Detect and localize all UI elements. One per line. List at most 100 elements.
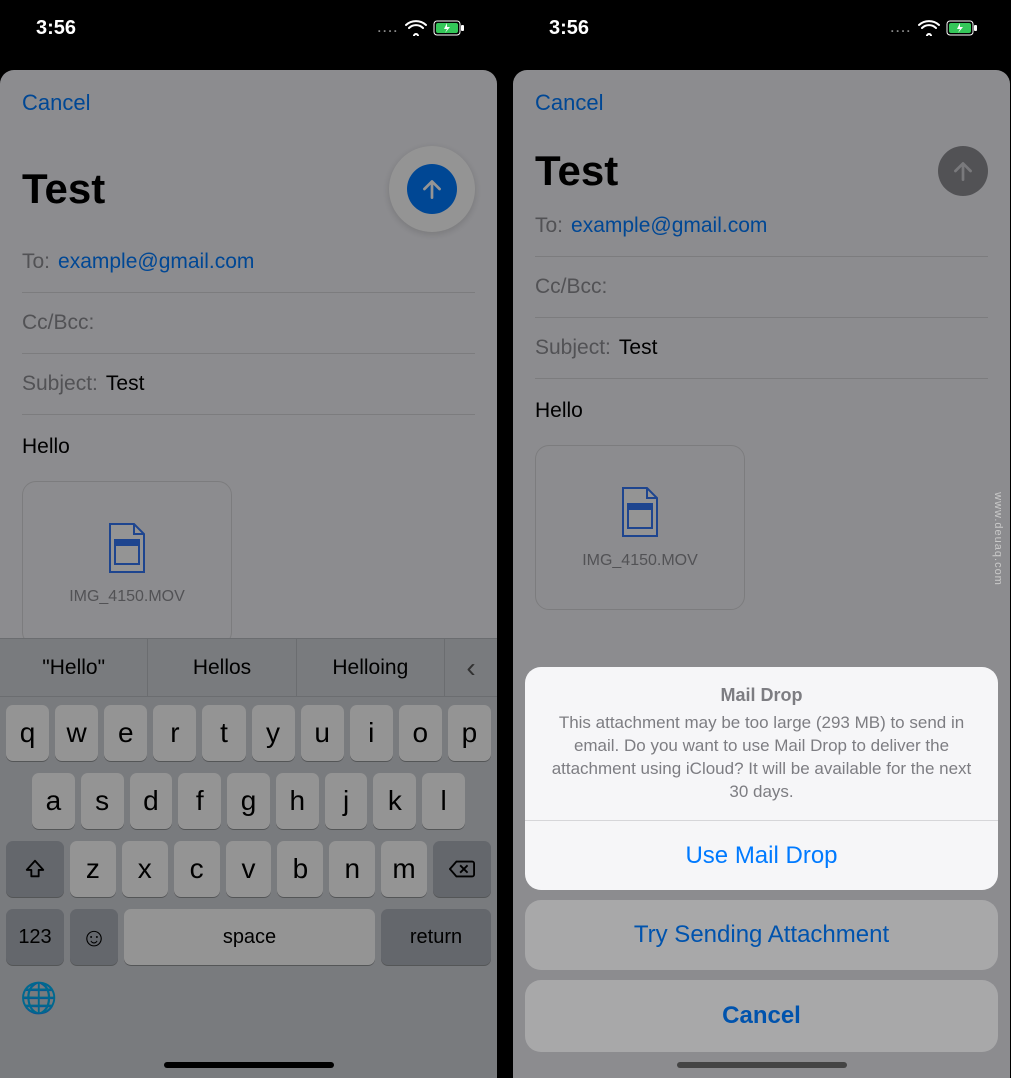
key-a[interactable]: a xyxy=(32,773,75,829)
key-q[interactable]: q xyxy=(6,705,49,761)
ccbcc-label: Cc/Bcc: xyxy=(22,311,94,335)
video-file-icon xyxy=(619,486,661,538)
subject-field[interactable]: Subject: Test xyxy=(535,318,988,379)
body-text[interactable]: Hello xyxy=(22,415,475,471)
suggestion-collapse[interactable]: ‹ xyxy=(445,639,497,696)
use-mail-drop-button[interactable]: Use Mail Drop xyxy=(525,820,998,890)
compose-title: Test xyxy=(535,147,618,195)
shift-key[interactable] xyxy=(6,841,64,897)
space-key[interactable]: space xyxy=(124,909,375,965)
subject-label: Subject: xyxy=(22,372,98,396)
key-x[interactable]: x xyxy=(122,841,168,897)
key-s[interactable]: s xyxy=(81,773,124,829)
watermark: www.deuaq.com xyxy=(992,492,1004,586)
key-row-3: z x c v b n m xyxy=(6,841,491,897)
key-k[interactable]: k xyxy=(373,773,416,829)
video-file-icon xyxy=(106,522,148,574)
key-n[interactable]: n xyxy=(329,841,375,897)
arrow-up-icon xyxy=(950,158,976,184)
key-m[interactable]: m xyxy=(381,841,427,897)
maildrop-group: Mail Drop This attachment may be too lar… xyxy=(525,667,998,890)
maildrop-cancel-button[interactable]: Cancel xyxy=(525,980,998,1052)
wifi-icon xyxy=(918,20,940,36)
body-text[interactable]: Hello xyxy=(535,379,988,435)
ccbcc-label: Cc/Bcc: xyxy=(535,275,607,299)
to-value: example@gmail.com xyxy=(58,250,254,274)
battery-charging-icon xyxy=(946,20,978,36)
key-c[interactable]: c xyxy=(174,841,220,897)
subject-field[interactable]: Subject: Test xyxy=(22,354,475,415)
return-key[interactable]: return xyxy=(381,909,491,965)
home-indicator[interactable] xyxy=(164,1062,334,1068)
maildrop-desc: This attachment may be too large (293 MB… xyxy=(547,712,976,804)
attachment-name: IMG_4150.MOV xyxy=(582,552,698,570)
attachment-name: IMG_4150.MOV xyxy=(69,588,185,606)
ccbcc-field[interactable]: Cc/Bcc: xyxy=(22,293,475,354)
to-label: To: xyxy=(22,250,50,274)
cancel-button[interactable]: Cancel xyxy=(535,90,988,116)
subject-value: Test xyxy=(106,372,145,396)
cancel-button[interactable]: Cancel xyxy=(22,90,475,116)
attachment-tile[interactable]: IMG_4150.MOV xyxy=(535,445,745,610)
key-row-1: q w e r t y u i o p xyxy=(6,705,491,761)
numbers-key[interactable]: 123 xyxy=(6,909,64,965)
to-value: example@gmail.com xyxy=(571,214,767,238)
arrow-up-icon xyxy=(419,176,445,202)
battery-charging-icon xyxy=(433,20,465,36)
status-time: 3:56 xyxy=(36,17,76,40)
backspace-key[interactable] xyxy=(433,841,491,897)
ccbcc-field[interactable]: Cc/Bcc: xyxy=(535,257,988,318)
wifi-icon xyxy=(405,20,427,36)
key-y[interactable]: y xyxy=(252,705,295,761)
status-bar: 3:56 .... xyxy=(513,0,1010,56)
subject-label: Subject: xyxy=(535,336,611,360)
try-sending-button[interactable]: Try Sending Attachment xyxy=(525,900,998,970)
to-field[interactable]: To: example@gmail.com xyxy=(22,232,475,293)
key-row-2: a s d f g h j k l xyxy=(6,773,491,829)
status-time: 3:56 xyxy=(549,17,589,40)
attachment-tile[interactable]: IMG_4150.MOV xyxy=(22,481,232,646)
send-button xyxy=(938,146,988,196)
suggestion-2[interactable]: Hellos xyxy=(148,639,296,696)
key-j[interactable]: j xyxy=(325,773,368,829)
key-v[interactable]: v xyxy=(226,841,272,897)
shift-icon xyxy=(24,858,46,880)
suggestion-1[interactable]: "Hello" xyxy=(0,639,148,696)
key-row-4: 123 ☺ space return xyxy=(6,909,491,965)
compose-title: Test xyxy=(22,165,105,213)
phone-right: 3:56 .... Cancel Test To: example@gmail.… xyxy=(513,0,1010,1078)
subject-value: Test xyxy=(619,336,658,360)
key-f[interactable]: f xyxy=(178,773,221,829)
key-r[interactable]: r xyxy=(153,705,196,761)
maildrop-title: Mail Drop xyxy=(547,685,976,706)
suggestion-3[interactable]: Helloing xyxy=(297,639,445,696)
keyboard: "Hello" Hellos Helloing ‹ q w e r t y u … xyxy=(0,638,497,1078)
action-sheet: Mail Drop This attachment may be too lar… xyxy=(525,667,998,1052)
key-l[interactable]: l xyxy=(422,773,465,829)
key-e[interactable]: e xyxy=(104,705,147,761)
key-u[interactable]: u xyxy=(301,705,344,761)
to-label: To: xyxy=(535,214,563,238)
key-d[interactable]: d xyxy=(130,773,173,829)
send-highlight-circle xyxy=(389,146,475,232)
backspace-icon xyxy=(449,859,475,879)
cellular-dots-icon: .... xyxy=(378,21,399,35)
key-i[interactable]: i xyxy=(350,705,393,761)
status-bar: 3:56 .... xyxy=(0,0,497,56)
send-button[interactable] xyxy=(407,164,457,214)
home-indicator[interactable] xyxy=(677,1062,847,1068)
emoji-key[interactable]: ☺ xyxy=(70,909,118,965)
key-h[interactable]: h xyxy=(276,773,319,829)
phone-left: 3:56 .... Cancel Test To: example@gmail.… xyxy=(0,0,497,1078)
key-z[interactable]: z xyxy=(70,841,116,897)
key-w[interactable]: w xyxy=(55,705,98,761)
key-b[interactable]: b xyxy=(277,841,323,897)
compose-sheet: Cancel Test To: example@gmail.com Cc/Bcc… xyxy=(0,70,497,1078)
globe-icon[interactable]: 🌐 xyxy=(20,981,57,1016)
key-p[interactable]: p xyxy=(448,705,491,761)
key-o[interactable]: o xyxy=(399,705,442,761)
to-field[interactable]: To: example@gmail.com xyxy=(535,196,988,257)
key-g[interactable]: g xyxy=(227,773,270,829)
key-t[interactable]: t xyxy=(202,705,245,761)
cellular-dots-icon: .... xyxy=(891,21,912,35)
